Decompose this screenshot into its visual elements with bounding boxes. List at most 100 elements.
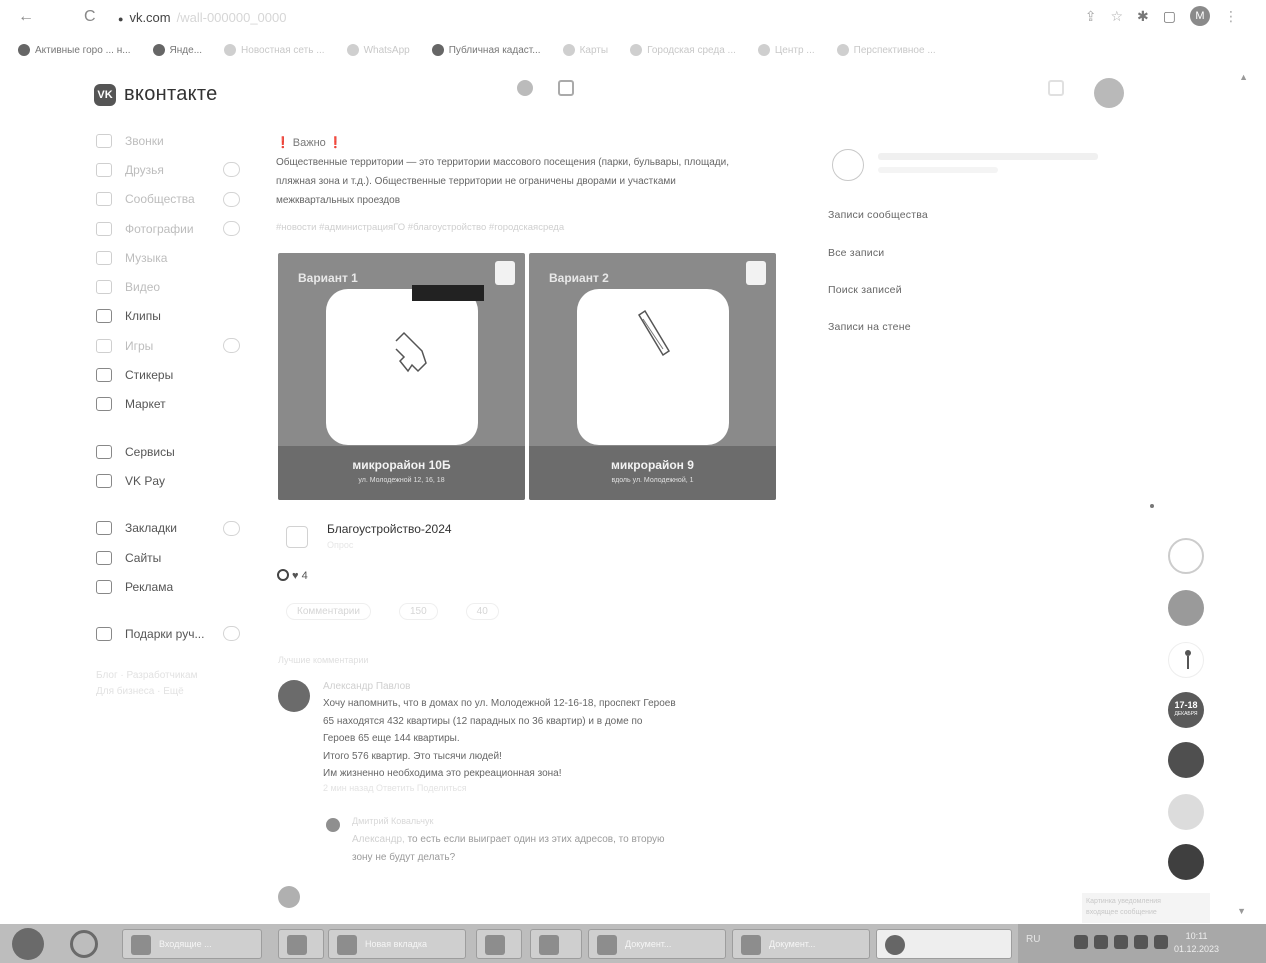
start-button[interactable]: [12, 928, 44, 960]
bookmark-item[interactable]: Активные горо ... н...: [18, 44, 131, 56]
sidebar-item-settings-icon[interactable]: [223, 162, 240, 178]
menu-icon[interactable]: ⋮: [1224, 8, 1238, 25]
network-icon[interactable]: [1074, 935, 1088, 949]
volume-icon[interactable]: [1094, 935, 1108, 949]
notification-avatar[interactable]: [1168, 590, 1204, 626]
comment-avatar[interactable]: [278, 680, 310, 712]
address-bar[interactable]: ● vk.com/wall-000000_0000: [118, 10, 286, 25]
taskbar-button[interactable]: Новая вкладка: [328, 929, 466, 959]
profile-avatar[interactable]: М: [1190, 6, 1210, 26]
star-icon[interactable]: ☆: [1110, 8, 1123, 25]
next-comment-avatar[interactable]: [278, 886, 300, 908]
notifications-icon[interactable]: [517, 80, 533, 96]
notification-avatar[interactable]: [1168, 538, 1204, 574]
comments-header[interactable]: Лучшие комментарии: [278, 655, 368, 665]
sidebar-item-settings-icon[interactable]: [223, 220, 240, 236]
reply-line: зону не будут делать?: [352, 851, 456, 863]
post-reactions[interactable]: ♥ 4: [277, 569, 308, 582]
sidebar-item[interactable]: Фотографии: [96, 214, 256, 243]
bookmark-item[interactable]: WhatsApp: [346, 44, 410, 56]
right-menu-item[interactable]: Поиск записей: [828, 284, 902, 296]
post-actions: Комментарии 150 40: [286, 603, 499, 620]
sidebar-item-settings-icon[interactable]: [223, 191, 240, 207]
comment-meta[interactable]: 2 мин назад Ответить Поделиться: [323, 783, 467, 793]
share-button[interactable]: 150: [398, 603, 438, 620]
share-icon[interactable]: ⇪: [1085, 8, 1097, 25]
bookmark-item[interactable]: Публичная кадаст...: [431, 44, 541, 56]
post-hashtags[interactable]: #новости #администрацияГО #благоустройст…: [276, 222, 776, 233]
sidebar-item[interactable]: Клипы: [96, 302, 256, 331]
sidebar-item[interactable]: Сервисы: [96, 437, 256, 466]
notification-avatar[interactable]: [1168, 742, 1204, 778]
sidebar-item[interactable]: Маркет: [96, 390, 256, 419]
sidebar-item[interactable]: Стикеры: [96, 360, 256, 389]
sidebar-item[interactable]: Закладки: [96, 514, 256, 543]
sidebar-item[interactable]: Звонки: [96, 126, 256, 155]
bookmark-item[interactable]: Янде...: [152, 44, 202, 56]
vk-logo-icon[interactable]: VK: [94, 84, 116, 106]
apps-icon[interactable]: [1048, 80, 1064, 96]
bookmark-item[interactable]: Перспективное ...: [836, 44, 936, 56]
right-menu-item[interactable]: Записи сообщества: [828, 209, 928, 221]
sidebar-item-settings-icon[interactable]: [223, 626, 240, 642]
bookmark-favicon-icon: [346, 44, 359, 56]
sidebar-item[interactable]: Друзья: [96, 155, 256, 184]
sidebar-item-settings-icon[interactable]: [223, 520, 240, 536]
notification-avatar[interactable]: [1168, 642, 1204, 678]
taskbar-button[interactable]: [278, 929, 324, 959]
music-icon[interactable]: [558, 80, 574, 96]
reload-icon[interactable]: C: [84, 8, 96, 26]
taskbar-button[interactable]: Документ...: [732, 929, 870, 959]
sidebar-item-settings-icon[interactable]: [223, 338, 240, 354]
scroll-down-icon[interactable]: ▼: [1237, 906, 1246, 916]
notification-avatar[interactable]: [1168, 844, 1204, 880]
attachment-title[interactable]: Благоустройство-2024: [327, 522, 452, 536]
sidebar-item[interactable]: Реклама: [96, 572, 256, 601]
community-card[interactable]: [828, 145, 1128, 185]
browser-actions: ⇪ ☆ ✱ ▢ М ⋮: [1085, 6, 1238, 26]
event-badge[interactable]: 17-18 ДЕКАБРЯ: [1168, 692, 1204, 728]
back-icon[interactable]: ←: [18, 8, 34, 26]
reply-avatar[interactable]: [326, 818, 340, 832]
sidebar-item[interactable]: Подарки руч...: [96, 619, 256, 648]
user-avatar[interactable]: [1094, 78, 1124, 108]
photo-variant-1[interactable]: Вариант 1 микрорайон 10Б ул. Молодежной …: [278, 253, 525, 500]
scroll-up-icon[interactable]: ▲: [1239, 72, 1248, 82]
sidepanel-icon[interactable]: ▢: [1163, 8, 1176, 25]
taskbar-button[interactable]: [530, 929, 582, 959]
bookmark-item[interactable]: Новостная сеть ...: [224, 44, 325, 56]
bookmark-item[interactable]: Карты: [562, 44, 608, 56]
sidebar-item-icon: [96, 579, 112, 594]
photo-caption-band: [529, 446, 776, 500]
reply-author[interactable]: Дмитрий Ковальчук: [352, 816, 433, 826]
vk-title[interactable]: вконтакте: [124, 83, 218, 106]
right-menu-item[interactable]: Все записи: [828, 247, 884, 259]
extensions-icon[interactable]: ✱: [1137, 8, 1149, 25]
language-indicator[interactable]: RU: [1026, 934, 1040, 945]
notification-avatar[interactable]: [1168, 794, 1204, 830]
clock[interactable]: 10:11 01.12.2023: [1174, 930, 1219, 956]
toast-notification[interactable]: Картинка уведомления входящее сообщение: [1082, 893, 1210, 923]
tray-app-icon[interactable]: [1154, 935, 1168, 949]
ie-icon[interactable]: [70, 930, 98, 958]
taskbar-button-chrome[interactable]: [876, 929, 1012, 959]
comment-author[interactable]: Александр Павлов: [323, 681, 410, 692]
tray-app-icon[interactable]: [1134, 935, 1148, 949]
sidebar-item[interactable]: Сайты: [96, 543, 256, 572]
bookmark-item[interactable]: Городская среда ...: [630, 44, 736, 56]
taskbar-button[interactable]: [476, 929, 522, 959]
sidebar-item[interactable]: Музыка: [96, 243, 256, 272]
photo-variant-2[interactable]: Вариант 2 микрорайон 9 вдоль ул. Молодеж…: [529, 253, 776, 500]
comment-line: Итого 576 квартир. Это тысячи людей!: [323, 750, 502, 762]
sidebar-item[interactable]: Видео: [96, 272, 256, 301]
right-menu-item[interactable]: Записи на стене: [828, 321, 911, 333]
taskbar-button[interactable]: Документ...: [588, 929, 726, 959]
taskbar-button[interactable]: Входящие ...: [122, 929, 262, 959]
sidebar-item[interactable]: Сообщества: [96, 185, 256, 214]
sidebar-item[interactable]: VK Pay: [96, 466, 256, 495]
bookmark-item[interactable]: Центр ...: [757, 44, 815, 56]
reply-mention[interactable]: Александр,: [352, 834, 405, 845]
sidebar-item[interactable]: Игры: [96, 331, 256, 360]
comment-button[interactable]: Комментарии: [286, 603, 371, 620]
tray-app-icon[interactable]: [1114, 935, 1128, 949]
